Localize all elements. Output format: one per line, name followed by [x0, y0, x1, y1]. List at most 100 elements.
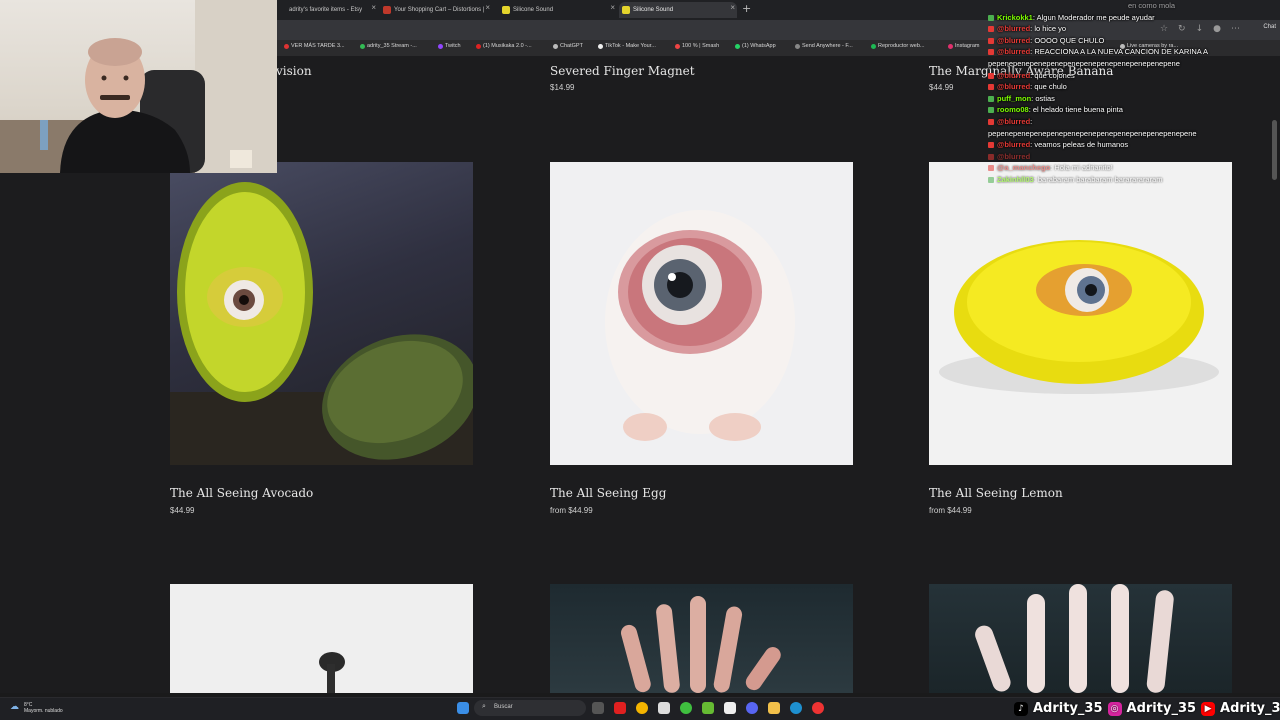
instagram-icon: ◎	[1107, 701, 1122, 716]
product-image-avocado[interactable]	[170, 162, 473, 465]
product-price: $44.99	[170, 506, 195, 515]
chat-username: @blurred	[997, 82, 1031, 92]
product-image-egg[interactable]	[550, 162, 853, 465]
youtube-badge-icon	[988, 72, 994, 79]
taskbar-search[interactable]: ⌕ Buscar	[474, 700, 586, 716]
chat-message: puff_mon: ostias	[988, 93, 1280, 105]
chat-username: Zakinhll03	[997, 174, 1034, 184]
chat-text: OOOO QUE CHULO	[1034, 35, 1105, 45]
chat-text: pepenepenepenepenepenepenepenepenepenepe…	[988, 128, 1197, 138]
product-price: $14.99	[550, 83, 575, 92]
close-icon[interactable]: ×	[610, 3, 615, 12]
bookmark-icon	[438, 43, 443, 49]
product-image-nail[interactable]	[170, 584, 473, 693]
chat-username: @blurred	[997, 24, 1031, 34]
folder-icon[interactable]	[768, 702, 780, 714]
tab-label: Silicone Sound	[513, 7, 554, 13]
chat-text: que chulo	[1034, 82, 1067, 92]
app-icon[interactable]	[702, 702, 714, 714]
bookmark-icon	[476, 43, 481, 49]
bookmark-item[interactable]: (1) WhatsApp	[735, 43, 776, 49]
bookmark-item[interactable]: ChatGPT	[553, 43, 583, 49]
bookmark-label: TikTok - Make Your...	[605, 43, 656, 49]
product-title[interactable]: The All Seeing Avocado	[170, 486, 313, 500]
product-title[interactable]: vision	[276, 64, 312, 78]
app-green-icon[interactable]	[680, 702, 692, 714]
favicon-icon	[622, 6, 630, 14]
app-red-icon[interactable]	[812, 702, 824, 714]
bookmark-icon	[598, 43, 603, 49]
bookmark-icon	[795, 43, 800, 49]
product-title[interactable]: The All Seeing Lemon	[929, 486, 1063, 500]
hand-photo	[621, 596, 781, 693]
bookmark-label: ChatGPT	[560, 43, 583, 49]
favicon-icon	[502, 6, 510, 14]
chat-message: @blurred: que chulo	[988, 81, 1280, 93]
bookmark-item[interactable]: (1) Musikaka 2.0 -...	[476, 43, 532, 49]
chat-username: @blurred	[997, 116, 1031, 126]
tab-label: Your Shopping Cart – Distortions |	[394, 7, 485, 13]
bookmark-item[interactable]: TikTok - Make Your...	[598, 43, 656, 49]
edge-icon[interactable]	[790, 702, 802, 714]
youtube-badge-icon	[988, 165, 994, 172]
close-icon[interactable]: ×	[730, 3, 735, 12]
cloud-icon: ☁	[10, 701, 19, 711]
chat-text: veamos peleas de humanos	[1034, 140, 1129, 150]
tab-silicone-sound[interactable]: Silicone Sound ×	[499, 2, 617, 18]
bookmark-item[interactable]: VER MÁS TARDE 3...	[284, 43, 345, 49]
youtube-badge-icon	[988, 84, 994, 91]
tiktok-handle: Adrity_35	[1033, 701, 1103, 716]
chat-username: puff_mon	[997, 93, 1032, 103]
bookmark-label: Instagram	[955, 43, 980, 49]
youtube-badge-icon	[988, 26, 994, 33]
bookmark-item[interactable]: Twitch	[438, 43, 461, 49]
chat-message: @blurred: OOOO QUE CHULO	[988, 35, 1280, 47]
youtube-handle: Adrity_35	[1220, 701, 1280, 716]
youtube-badge-icon	[988, 37, 994, 44]
screen: adrity's favorite items - Etsy × Your Sh…	[0, 0, 1280, 720]
search-icon: ⌕	[482, 703, 486, 710]
chat-message: en como mola	[988, 0, 1280, 12]
product-image-hand[interactable]	[550, 584, 853, 693]
tab-label: Silicone Sound	[633, 7, 674, 13]
bookmark-item[interactable]: Reproductor web...	[871, 43, 924, 49]
chrome-icon[interactable]	[636, 702, 648, 714]
bookmark-item[interactable]: adrity_35 Stream -...	[360, 43, 417, 49]
task-view-icon[interactable]	[592, 702, 604, 714]
youtube-badge-icon	[988, 142, 994, 149]
tab-silicone-sound-active[interactable]: Silicone Sound ×	[619, 2, 737, 18]
chat-message: pepenepenepenepenepenepenepenepenepenepe…	[988, 128, 1280, 140]
product-image-fingers[interactable]	[929, 584, 1232, 693]
file-icon[interactable]	[658, 702, 670, 714]
close-icon[interactable]: ×	[371, 3, 376, 12]
chat-text: ostias	[1035, 93, 1055, 103]
chat-username: @blurred	[997, 70, 1031, 80]
bookmark-item[interactable]: Instagram	[948, 43, 979, 49]
bookmark-item[interactable]: 100 % | Smash	[675, 43, 719, 49]
tab-etsy[interactable]: adrity's favorite items - Etsy ×	[275, 2, 378, 18]
tiktok-icon: ♪	[1014, 701, 1028, 716]
chat-text: Algun Moderador me peude ayudar	[1036, 12, 1155, 22]
product-title[interactable]: The All Seeing Egg	[550, 486, 666, 500]
chat-message: Krickokk1: Algun Moderador me peude ayud…	[988, 12, 1280, 24]
close-icon[interactable]: ×	[485, 3, 490, 12]
chat-message: @blurred: REACCIONA A LA NUEVA CANCION D…	[988, 46, 1280, 58]
discord-icon[interactable]	[746, 702, 758, 714]
tab-distortions[interactable]: Your Shopping Cart – Distortions | ×	[380, 2, 492, 18]
product-price: from $44.99	[550, 506, 593, 515]
opera-icon[interactable]	[614, 702, 626, 714]
bookmark-label: (1) WhatsApp	[742, 43, 776, 49]
product-title[interactable]: Severed Finger Magnet	[550, 64, 695, 78]
bookmark-label: VER MÁS TARDE 3...	[291, 43, 345, 49]
egg-photo	[605, 210, 795, 441]
bookmark-icon	[675, 43, 680, 49]
chat-message: @a_manchego: Hola mi adrianito!	[988, 162, 1280, 174]
new-tab-button[interactable]: +	[742, 2, 751, 15]
windows-start-icon[interactable]	[457, 702, 469, 714]
avocado-photo	[170, 182, 473, 465]
search-placeholder: Buscar	[494, 704, 513, 710]
product-image-lemon[interactable]	[929, 162, 1232, 465]
bookmark-label: (1) Musikaka 2.0 -...	[483, 43, 532, 49]
app-icon[interactable]	[724, 702, 736, 714]
bookmark-item[interactable]: Send Anywhere - F...	[795, 43, 853, 49]
